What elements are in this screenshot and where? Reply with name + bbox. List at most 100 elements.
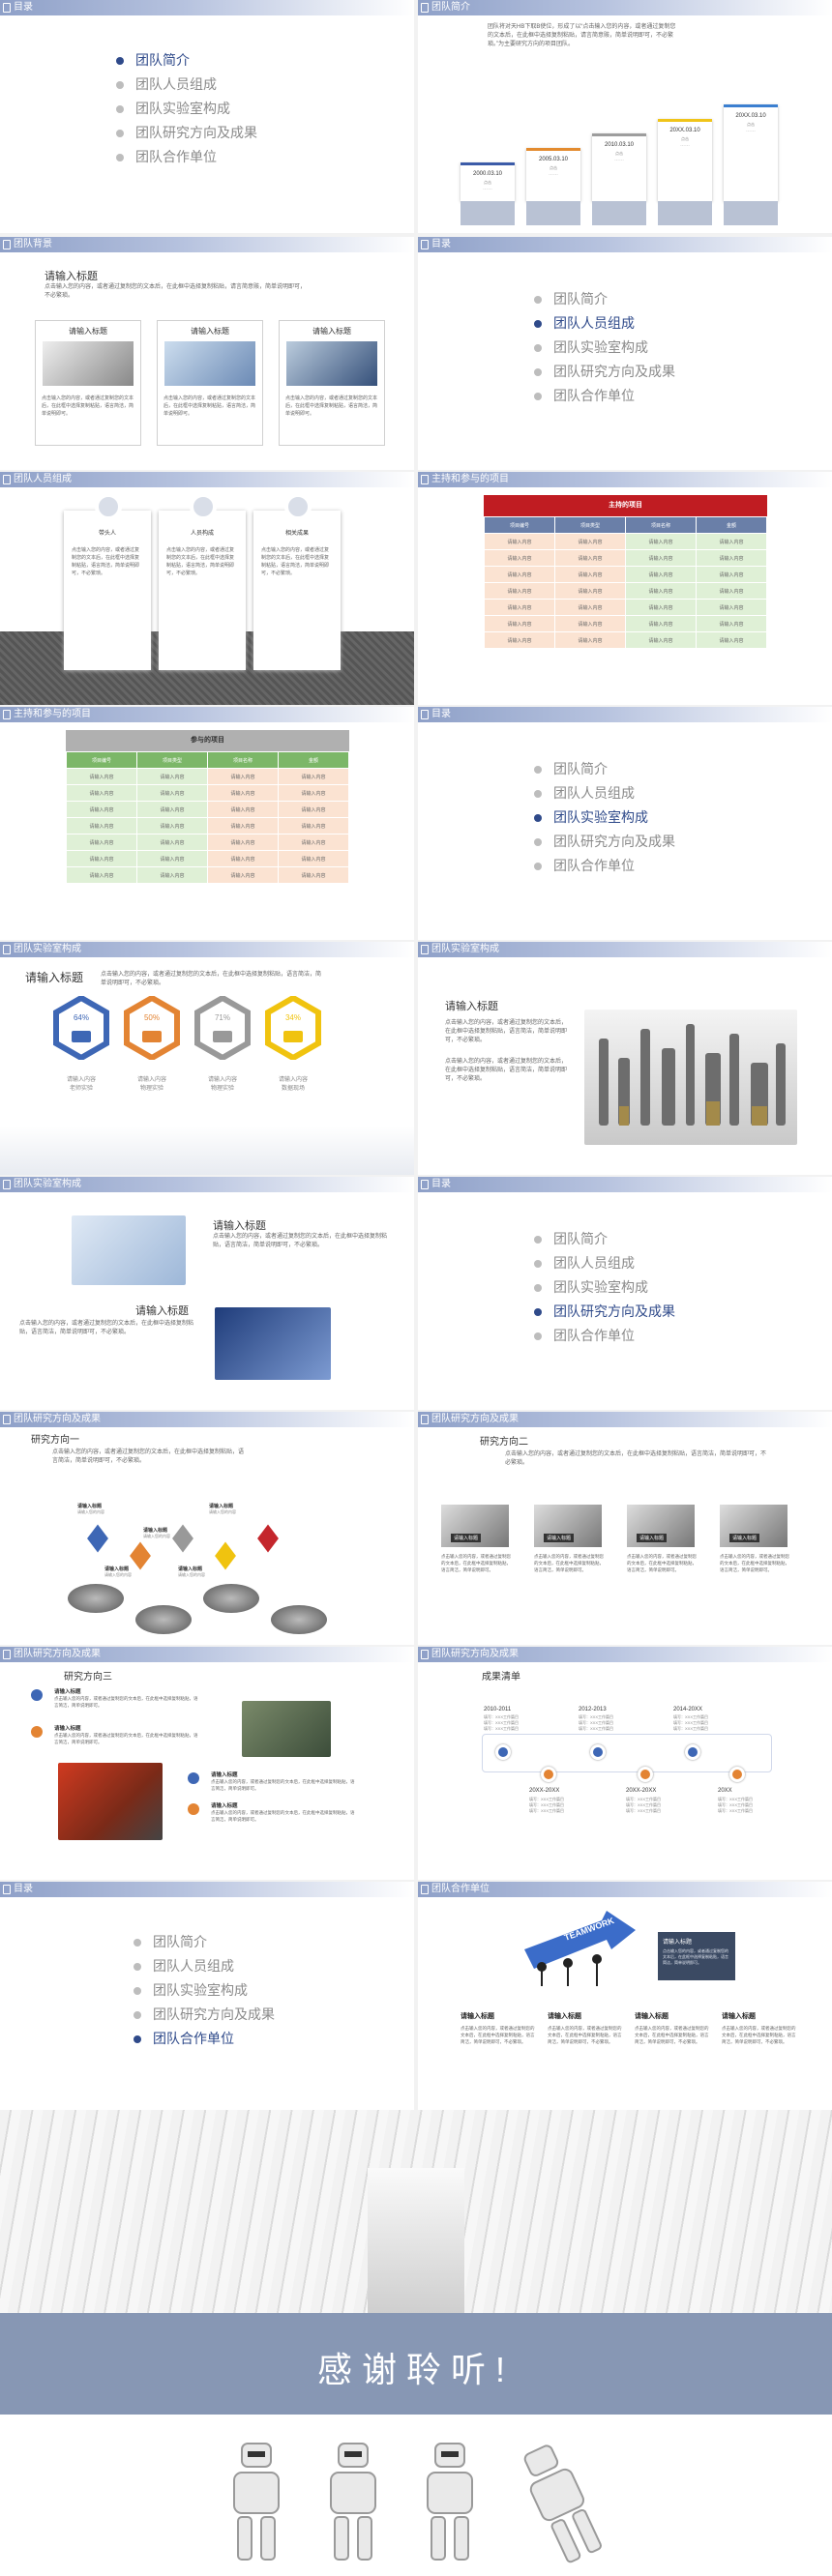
member-circle-icon [284, 493, 312, 520]
toc-item[interactable]: 团队研究方向及成果 [116, 121, 257, 145]
bullet-icon [534, 393, 542, 400]
toc-item[interactable]: 团队简介 [534, 287, 675, 311]
table-cell: 请输入内容 [278, 850, 349, 867]
research3-title: 请输入标题 [54, 1689, 81, 1695]
toc-item[interactable]: 团队研究方向及成果 [534, 360, 675, 384]
timeline-node-icon [638, 1767, 653, 1782]
table-cell: 请输入内容 [136, 768, 208, 785]
partner-title: 请输入标题 [548, 2013, 581, 2020]
slide-header: 目录 [0, 1882, 414, 1897]
table-row: 请输入内容 请输入内容 请输入内容 请输入内容 [66, 834, 349, 851]
toc-item[interactable]: 团队简介 [116, 48, 257, 73]
table-cell: 请输入内容 [484, 615, 555, 632]
research-label: 请输入标题 请输入您的内容 [77, 1503, 145, 1515]
toc-item[interactable]: 团队简介 [534, 757, 675, 781]
toc-item[interactable]: 团队实验室构成 [116, 97, 257, 121]
section-text: 点击输入您的内容，或者通过复制您的文本后，在此框中选择复制粘贴，语言简洁，简单说… [505, 1451, 767, 1466]
doc-icon [421, 1180, 429, 1189]
toc-item[interactable]: 团队研究方向及成果 [534, 830, 675, 854]
toc-item[interactable]: 团队人员组成 [534, 311, 675, 336]
member-circle-icon [95, 493, 122, 520]
slide-projects-2: 主持和参与的项目 参与的项目 项目编号 项目类型 项目名称 金额 请输入内容 请输入内容请… [0, 707, 414, 940]
slide-research-2: 团队研究方向及成果 研究方向二 点击输入您的内容，或者通过复制您的文本后，在此框… [418, 1412, 832, 1645]
table-row: 请输入内容 请输入内容 请输入内容 请输入内容 [66, 850, 349, 867]
table-header-cell: 项目名称 [207, 751, 279, 769]
table-row: 请输入内容 请输入内容 请输入内容 请输入内容 [484, 533, 767, 550]
gear-photo [203, 1584, 259, 1613]
toc-item[interactable]: 团队研究方向及成果 [534, 1300, 675, 1324]
toc-item[interactable]: 团队人员组成 [116, 73, 257, 97]
partner-box-text: 点击输入您的内容，或者通过复制您的文本后，在此框中选择复制粘贴，语言简洁，简单说… [663, 1948, 728, 1965]
card-text: 点击输入您的内容，或者通过复制您的文本后，在此框中选择复制粘贴，语言简洁，简单说… [285, 395, 378, 417]
toc-item[interactable]: 团队合作单位 [534, 1324, 675, 1348]
step-dots: …… [483, 186, 492, 191]
table-cell: 请输入内容 [696, 533, 767, 550]
doc-icon [3, 710, 11, 719]
doc-icon [421, 1885, 429, 1894]
toc-item[interactable]: 团队合作单位 [534, 384, 675, 408]
bullet-icon [534, 766, 542, 774]
table-cell: 请输入内容 [278, 801, 349, 818]
bullet-icon [116, 81, 124, 89]
slide-header: 团队合作单位 [418, 1882, 832, 1897]
toc-item[interactable]: 团队人员组成 [534, 1251, 675, 1275]
toc-item[interactable]: 团队人员组成 [534, 781, 675, 805]
slide-toc-4: 目录 团队简介 团队人员组成 团队实验室构成 团队研究方向及成果 团队合作单位 [418, 1177, 832, 1410]
section-title: 请输入标题 [45, 271, 98, 282]
table-cell: 请输入内容 [66, 801, 137, 818]
toc-item[interactable]: 团队合作单位 [134, 2027, 275, 2051]
toc-item[interactable]: 团队实验室构成 [534, 805, 675, 830]
atrium-center [368, 2168, 464, 2313]
step-dots: …… [549, 171, 558, 177]
timeline-step: 2005.03.10 点击…… [526, 148, 580, 201]
toc-item[interactable]: 团队实验室构成 [534, 1275, 675, 1300]
member-circle-icon [190, 493, 217, 520]
toc-item[interactable]: 团队合作单位 [116, 145, 257, 169]
table-cell: 请输入内容 [696, 599, 767, 616]
timeline-step: 20XX.03.10 点击…… [658, 119, 712, 201]
slide-intro: 团队简介 团队将对天HB下取B使位，形成了以“点击输入您的内容，或者通过复制您的… [418, 0, 832, 233]
partner-text: 点击输入您的内容，或者通过复制您的文本后，在此框中选择复制粘贴，语言简洁，简单说… [461, 2026, 535, 2044]
table-cell: 请输入内容 [484, 582, 555, 600]
table-header-cell: 项目编号 [484, 516, 555, 534]
toc-item[interactable]: 团队人员组成 [134, 1954, 275, 1978]
table-cell: 请输入内容 [278, 784, 349, 802]
toc-item[interactable]: 团队实验室构成 [534, 336, 675, 360]
toc-item[interactable]: 团队简介 [534, 1227, 675, 1251]
table-cell: 请输入内容 [207, 817, 279, 834]
section-text-1: 点击输入您的内容，或者通过复制您的文本后，在此框中选择复制粘贴，语言简洁，简单说… [213, 1234, 388, 1248]
timeline-line: 填写：XXX工作篇目 [626, 1808, 662, 1813]
table-cell: 请输入内容 [696, 631, 767, 649]
section-title: 研究方向三 [64, 1672, 112, 1683]
table-row: 请输入内容 请输入内容 请输入内容 请输入内容 [66, 817, 349, 834]
doc-icon [421, 475, 429, 484]
slide-projects-1: 主持和参与的项目 主持的项目 项目编号 项目类型 项目名称 金额 请输入内容 请输入内容请… [418, 472, 832, 705]
section-title: 研究方向二 [480, 1437, 528, 1448]
timeline-year: 20XX-20XX [529, 1788, 560, 1794]
step-date: 2000.03.10 [472, 171, 503, 177]
gear-photo [135, 1605, 192, 1634]
card-text: 点击输入您的内容，或者通过复制您的文本后，在此框中选择复制粘贴，语言简洁，简单说… [163, 395, 256, 417]
section-text-2: 点击输入您的内容，或者通过复制您的文本后，在此框中选择复制粘贴，语言简洁，简单说… [445, 1059, 568, 1082]
table-cell: 请输入内容 [66, 866, 137, 884]
table-row: 请输入内容 请输入内容 请输入内容 请输入内容 [484, 631, 767, 649]
hex-icon [194, 994, 251, 1062]
table-cell: 请输入内容 [696, 615, 767, 632]
toc-item[interactable]: 团队简介 [134, 1930, 275, 1954]
member-text: 点击输入您的内容，或者通过复制您的文本后，在此框中选择复制粘贴，语言简洁，简单说… [166, 547, 235, 576]
slide-background: 团队背景 请输入标题 点击输入您的内容，或者通过复制您的文本后，在此框中选择复制… [0, 237, 414, 470]
slide-header: 团队实验室构成 [0, 942, 414, 957]
table-cell: 请输入内容 [207, 784, 279, 802]
toc-item[interactable]: 团队研究方向及成果 [134, 2003, 275, 2027]
toc-list: 团队简介 团队人员组成 团队实验室构成 团队研究方向及成果 团队合作单位 [134, 1930, 275, 2051]
table-cell: 请输入内容 [484, 631, 555, 649]
research-label-title: 请输入标题 [209, 1504, 234, 1509]
toc-item[interactable]: 团队合作单位 [534, 854, 675, 878]
lab-stat: 50% 请输入内容 物理实验 [123, 994, 181, 1092]
section-title-2: 请输入标题 [135, 1305, 189, 1317]
thanks-band: 感谢聆听! [0, 2313, 832, 2415]
slide-header: 目录 [0, 0, 414, 15]
doc-icon [421, 3, 429, 13]
hex-percent: 50% [143, 1013, 160, 1022]
toc-item[interactable]: 团队实验室构成 [134, 1978, 275, 2003]
